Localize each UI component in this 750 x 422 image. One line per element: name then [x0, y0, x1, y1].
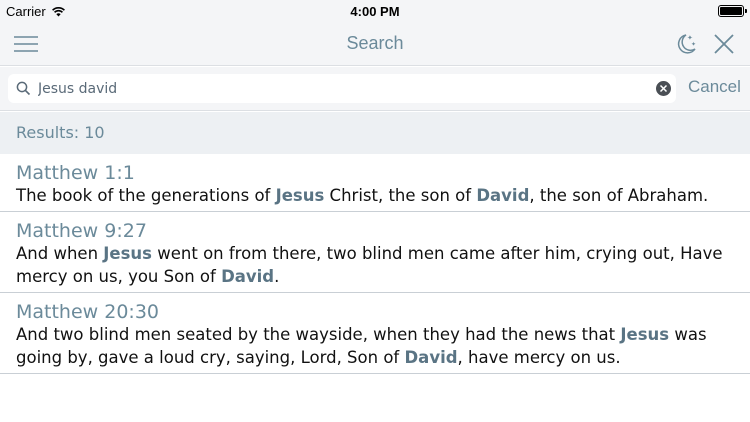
highlighted-term: Jesus [103, 244, 152, 263]
verse-segment: , have mercy on us. [457, 348, 621, 367]
highlighted-term: David [221, 267, 275, 286]
result-verse-text: And two blind men seated by the wayside,… [16, 323, 734, 369]
verse-segment: And two blind men seated by the wayside,… [16, 325, 621, 344]
verse-segment: , the son of Abraham. [529, 186, 709, 205]
night-mode-button[interactable]: ✦ ✦ [674, 31, 698, 57]
results-header: Results: 10 [0, 112, 750, 154]
result-reference: Matthew 20:30 [16, 301, 160, 323]
svg-text:✦: ✦ [691, 41, 696, 48]
close-icon [714, 34, 734, 54]
clear-icon [659, 84, 668, 93]
verse-segment: Christ, the son of [324, 186, 477, 205]
status-time: 4:00 PM [350, 4, 400, 19]
search-icon [16, 81, 31, 96]
highlighted-term: David [476, 186, 530, 205]
page-title: Search [346, 33, 404, 53]
verse-segment: The book of the generations of [16, 186, 276, 205]
verse-segment: And when [16, 244, 104, 263]
result-reference: Matthew 1:1 [16, 162, 135, 184]
result-row[interactable]: Matthew 20:30 And two blind men seated by… [0, 293, 750, 374]
moon-stars-icon: ✦ ✦ [677, 34, 696, 54]
result-row[interactable]: Matthew 9:27 And when Jesus went on from … [0, 212, 750, 293]
battery-icon [718, 5, 747, 17]
result-reference: Matthew 9:27 [16, 220, 147, 242]
close-button[interactable] [712, 32, 736, 56]
highlighted-term: Jesus [620, 325, 670, 344]
result-row[interactable]: Matthew 1:1 The book of the generations o… [0, 154, 750, 212]
verse-segment: . [274, 267, 280, 286]
search-field-container[interactable] [8, 74, 676, 103]
results-count: Results: 10 [16, 123, 105, 142]
search-bar: Cancel [0, 67, 750, 111]
battery-level [720, 7, 742, 15]
highlighted-term: Jesus [275, 186, 325, 205]
status-bar: Carrier 4:00 PM [0, 0, 750, 22]
search-input[interactable] [38, 77, 648, 100]
result-verse-text: The book of the generations of Jesus Chr… [16, 184, 734, 207]
highlighted-term: David [404, 348, 458, 367]
results-list: Matthew 1:1 The book of the generations o… [0, 154, 750, 422]
cancel-button[interactable]: Cancel [688, 77, 741, 97]
result-verse-text: And when Jesus went on from there, two b… [16, 242, 734, 288]
clear-search-button[interactable] [656, 81, 671, 96]
nav-bar: Search ✦ ✦ [0, 22, 750, 66]
